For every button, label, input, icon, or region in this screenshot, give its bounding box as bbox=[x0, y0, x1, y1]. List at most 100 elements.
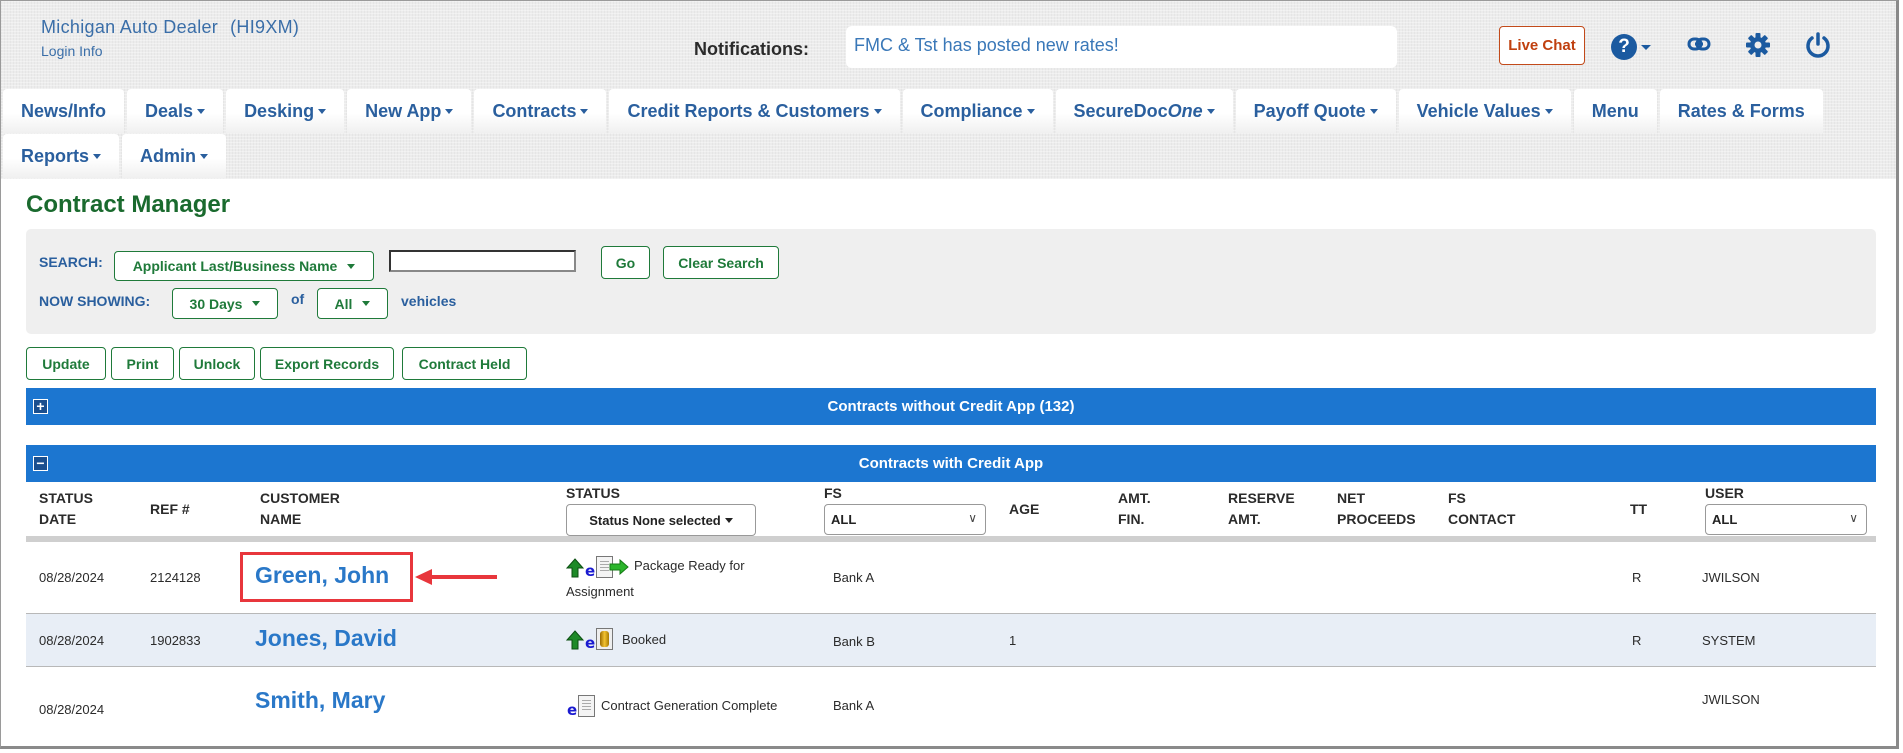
nav-item-compliance[interactable]: Compliance bbox=[902, 89, 1053, 133]
main-nav-row-2: Reports Admin bbox=[3, 134, 229, 178]
cell-status-date: 08/28/2024 bbox=[39, 633, 105, 648]
e-contract-icon: e bbox=[567, 701, 578, 719]
help-icon[interactable]: ? bbox=[1611, 34, 1637, 60]
col-header-customer-name[interactable]: CUSTOMER NAME bbox=[260, 488, 340, 530]
nav-item-news-info[interactable]: News/Info bbox=[3, 89, 125, 133]
search-by-value: Applicant Last/Business Name bbox=[132, 258, 338, 274]
status-text-line2: Assignment bbox=[566, 584, 634, 599]
cell-user: JWILSON bbox=[1702, 692, 1760, 707]
header-line: CUSTOMER bbox=[260, 490, 340, 506]
export-records-button[interactable]: Export Records bbox=[260, 347, 394, 380]
caret-down-icon bbox=[1544, 108, 1553, 114]
expand-icon[interactable]: + bbox=[33, 399, 48, 414]
customer-link[interactable]: Smith, Mary bbox=[255, 687, 385, 714]
col-header-tt[interactable]: TT bbox=[1630, 499, 1647, 520]
clear-search-button[interactable]: Clear Search bbox=[663, 246, 779, 279]
days-value: 30 Days bbox=[189, 295, 243, 312]
nav-item-menu[interactable]: Menu bbox=[1573, 89, 1657, 133]
header-line: RESERVE bbox=[1228, 490, 1295, 506]
notifications-label: Notifications: bbox=[694, 39, 809, 59]
help-dropdown-caret-icon[interactable] bbox=[1641, 45, 1651, 50]
link-icon[interactable] bbox=[1687, 35, 1711, 53]
fs-filter-value: ALL bbox=[831, 512, 857, 527]
caret-down-icon bbox=[873, 108, 882, 114]
nav-item-label: Desking bbox=[244, 100, 315, 121]
update-button[interactable]: Update bbox=[26, 347, 106, 380]
cell-tt: R bbox=[1632, 570, 1642, 585]
nav-item-vehicle-values[interactable]: Vehicle Values bbox=[1398, 89, 1571, 133]
cell-user: JWILSON bbox=[1702, 570, 1760, 585]
status-text: Package Ready for bbox=[634, 558, 745, 573]
page-title: Contract Manager bbox=[26, 191, 231, 218]
cell-age: 1 bbox=[1009, 633, 1017, 648]
header-line: FIN. bbox=[1118, 511, 1145, 527]
status-text: Booked bbox=[622, 632, 667, 647]
gear-icon[interactable] bbox=[1745, 32, 1771, 58]
section-contracts-without-credit-app[interactable]: + Contracts without Credit App (132) bbox=[26, 388, 1876, 425]
section-contracts-with-credit-app[interactable]: − Contracts with Credit App bbox=[26, 445, 1876, 482]
nav-item-deals[interactable]: Deals bbox=[127, 89, 224, 133]
nav-item-contracts[interactable]: Contracts bbox=[474, 89, 607, 133]
cell-status-date: 08/28/2024 bbox=[39, 702, 105, 717]
document-icon bbox=[578, 695, 596, 717]
nav-item-rates-forms[interactable]: Rates & Forms bbox=[1659, 89, 1823, 133]
status-filter-dropdown[interactable]: Status None selected bbox=[566, 504, 756, 536]
coin-icon bbox=[596, 628, 614, 650]
annotation-arrow-shaft bbox=[431, 575, 497, 579]
col-header-user[interactable]: USER bbox=[1705, 483, 1744, 504]
search-input[interactable] bbox=[389, 250, 576, 272]
user-filter-select[interactable]: ALL ∨ bbox=[1705, 504, 1867, 535]
header-line: FS bbox=[1448, 490, 1466, 506]
nav-item-label: Deals bbox=[145, 100, 194, 121]
contract-held-button[interactable]: Contract Held bbox=[402, 347, 527, 380]
print-button[interactable]: Print bbox=[111, 347, 174, 380]
col-header-ref[interactable]: REF # bbox=[150, 499, 190, 520]
vehicles-label: vehicles bbox=[401, 293, 457, 309]
nav-item-label: Rates & Forms bbox=[1677, 100, 1805, 121]
fs-filter-select[interactable]: ALL ∨ bbox=[824, 504, 986, 535]
unlock-button[interactable]: Unlock bbox=[179, 347, 255, 380]
login-info-link[interactable]: Login Info bbox=[41, 43, 103, 59]
col-header-age[interactable]: AGE bbox=[1009, 499, 1039, 520]
cell-status-date: 08/28/2024 bbox=[39, 570, 105, 585]
collapse-icon[interactable]: − bbox=[33, 456, 48, 471]
cell-fs: Bank A bbox=[833, 698, 875, 713]
cell-fs: Bank A bbox=[833, 570, 875, 585]
header-line: NAME bbox=[260, 511, 302, 527]
col-header-net-proceeds[interactable]: NET PROCEEDS bbox=[1337, 488, 1416, 530]
search-panel bbox=[26, 229, 1876, 334]
nav-item-new-app[interactable]: New App bbox=[347, 89, 472, 133]
search-by-dropdown[interactable]: Applicant Last/Business Name bbox=[114, 251, 374, 281]
annotation-arrow-icon bbox=[415, 569, 432, 585]
col-header-fs[interactable]: FS bbox=[824, 483, 842, 504]
section-title: Contracts with Credit App bbox=[858, 455, 1044, 472]
nav-item-payoff-quote[interactable]: Payoff Quote bbox=[1235, 89, 1396, 133]
dealer-name: Michigan Auto Dealer bbox=[41, 17, 219, 37]
of-label: of bbox=[291, 291, 305, 307]
go-button[interactable]: Go bbox=[601, 246, 650, 279]
nav-item-admin[interactable]: Admin bbox=[122, 134, 227, 178]
vehicles-filter-dropdown[interactable]: All bbox=[317, 288, 388, 319]
col-header-reserve-amt[interactable]: RESERVE AMT. bbox=[1228, 488, 1295, 530]
nav-item-securedoc[interactable]: SecureDoc One bbox=[1055, 89, 1233, 133]
annotation-highlight-box bbox=[240, 552, 413, 602]
power-icon[interactable] bbox=[1804, 31, 1832, 59]
col-header-amt-fin[interactable]: AMT. FIN. bbox=[1118, 488, 1151, 530]
col-header-status[interactable]: STATUS bbox=[566, 483, 620, 504]
nav-item-reports[interactable]: Reports bbox=[3, 134, 120, 178]
send-arrow-icon bbox=[609, 559, 629, 575]
customer-link[interactable]: Jones, David bbox=[255, 625, 397, 652]
status-text: Contract Generation Complete bbox=[601, 698, 778, 713]
nav-item-desking[interactable]: Desking bbox=[226, 89, 345, 133]
nav-item-label-italic: One bbox=[1167, 100, 1203, 121]
cell-user: SYSTEM bbox=[1702, 633, 1756, 648]
nav-item-credit-reports-customers[interactable]: Credit Reports & Customers bbox=[609, 89, 900, 133]
col-header-fs-contact[interactable]: FS CONTACT bbox=[1448, 488, 1515, 530]
header-line: PROCEEDS bbox=[1337, 511, 1416, 527]
days-dropdown[interactable]: 30 Days bbox=[172, 288, 278, 319]
col-header-status-date[interactable]: STATUS DATE bbox=[39, 488, 93, 530]
section-title: Contracts without Credit App (132) bbox=[827, 398, 1075, 415]
status-icons: e bbox=[566, 628, 614, 651]
notification-message[interactable]: FMC & Tst has posted new rates! bbox=[846, 26, 1397, 68]
live-chat-button[interactable]: Live Chat bbox=[1499, 26, 1585, 65]
